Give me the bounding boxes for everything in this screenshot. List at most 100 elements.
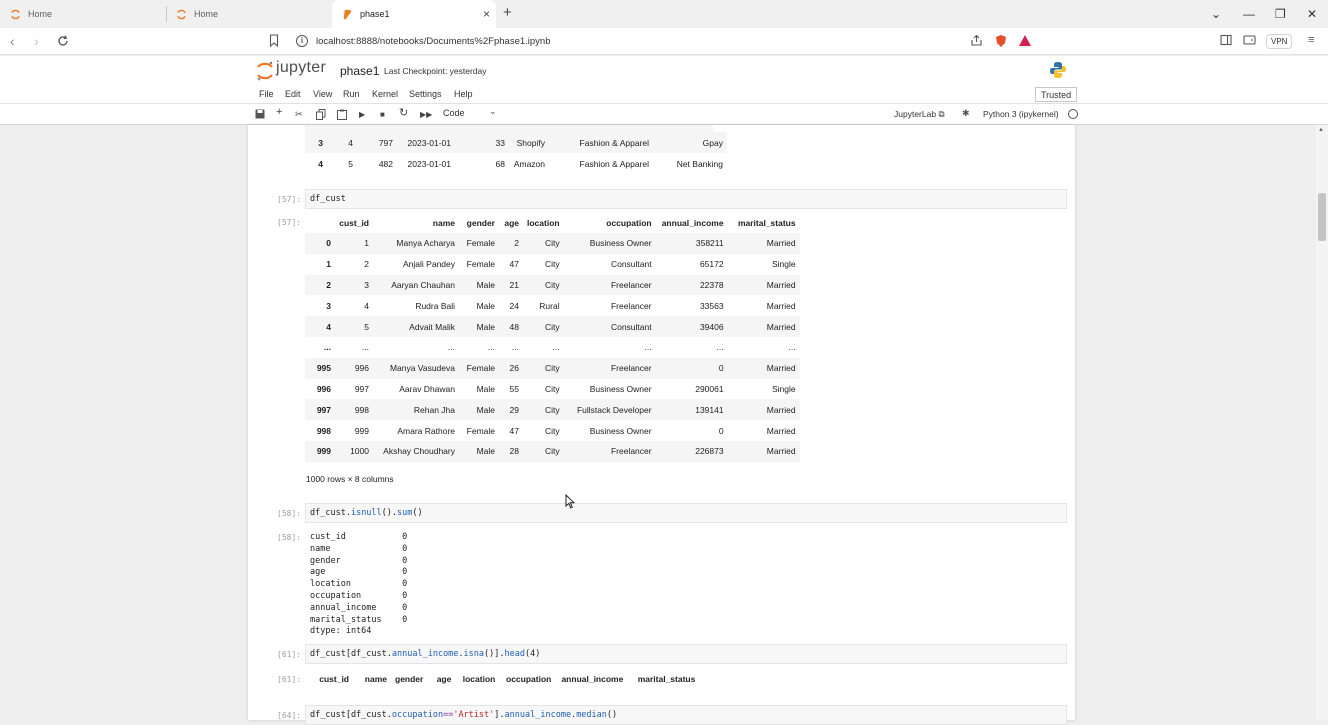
jupyter-logo-icon[interactable] bbox=[256, 60, 274, 82]
copy-icon[interactable] bbox=[316, 109, 326, 120]
table-cell: Freelancer bbox=[610, 279, 652, 290]
cell-type-select[interactable]: Code bbox=[443, 108, 465, 118]
table-row: 998 999 Amara Rathore Female 47 City Business … bbox=[305, 420, 800, 441]
checkpoint-status: Last Checkpoint: yesterday bbox=[384, 66, 487, 76]
browser-tab-home-2[interactable]: Home bbox=[166, 0, 332, 28]
code-text[interactable]: df_cust bbox=[310, 194, 346, 204]
close-tab-icon[interactable]: × bbox=[483, 7, 490, 21]
table-cell: 3 bbox=[364, 279, 369, 290]
row-index: 996 bbox=[316, 383, 331, 394]
run-icon[interactable]: ▶ bbox=[359, 109, 365, 121]
table-row: 3 4 Rudra Bali Male 24 Rural Freelancer 33563 Ma… bbox=[305, 295, 800, 316]
cell-output-prompt: [61]: bbox=[277, 675, 302, 684]
menu-run[interactable]: Run bbox=[343, 89, 360, 99]
table-header-row: cust_id name gender age location occupation an… bbox=[305, 213, 800, 233]
window-close-icon[interactable]: ✕ bbox=[1307, 6, 1317, 22]
reload-icon[interactable] bbox=[57, 35, 69, 47]
paste-icon[interactable] bbox=[337, 109, 347, 120]
brave-rewards-icon[interactable] bbox=[1018, 34, 1032, 47]
table-cell: Rural bbox=[539, 300, 560, 311]
bookmark-icon[interactable] bbox=[269, 34, 279, 47]
table-cell: Amazon bbox=[513, 158, 545, 169]
scroll-up-icon[interactable]: ▲ bbox=[1318, 127, 1324, 133]
site-info-icon[interactable]: i bbox=[296, 35, 308, 47]
column-header: marital_status bbox=[737, 218, 796, 228]
cut-icon[interactable]: ✂ bbox=[295, 108, 303, 120]
new-tab-icon[interactable]: + bbox=[503, 5, 512, 21]
dataframe-shape-note: 1000 rows × 8 columns bbox=[306, 474, 394, 484]
code-token: df_cust[df_cust. bbox=[310, 649, 392, 659]
column-header: occupation bbox=[606, 218, 652, 228]
menu-view[interactable]: View bbox=[313, 89, 332, 99]
kernel-name[interactable]: Python 3 (ipykernel) bbox=[983, 109, 1059, 119]
browser-tab-phase1[interactable]: phase1 × bbox=[332, 0, 496, 28]
row-index: 998 bbox=[316, 425, 331, 436]
wallet-icon[interactable] bbox=[1243, 34, 1256, 46]
table-cell: Female bbox=[466, 238, 495, 249]
brave-shield-icon[interactable] bbox=[995, 34, 1007, 48]
sidebar-icon[interactable] bbox=[1220, 34, 1232, 46]
scrollbar-thumb[interactable] bbox=[1318, 193, 1326, 241]
menu-file[interactable]: File bbox=[259, 89, 274, 99]
table-cell: Manya Vasudeva bbox=[389, 363, 455, 374]
table-cell: 5 bbox=[348, 158, 353, 169]
trusted-indicator[interactable]: Trusted bbox=[1035, 87, 1078, 102]
series-output: cust_id 0 name 0 gender 0 age 0 location… bbox=[310, 532, 408, 637]
stop-icon[interactable]: ■ bbox=[380, 109, 385, 121]
browser-tab-home-1[interactable]: Home bbox=[0, 0, 166, 28]
menu-edit[interactable]: Edit bbox=[285, 89, 301, 99]
code-token: 'Artist' bbox=[453, 710, 495, 720]
table-row: 2 3 Aaryan Chauhan Male 21 City Freelancer 2237… bbox=[305, 274, 800, 296]
column-header: location bbox=[527, 218, 560, 228]
column-header: gender bbox=[395, 674, 424, 684]
share-icon[interactable] bbox=[970, 34, 983, 47]
menu-help[interactable]: Help bbox=[454, 89, 473, 99]
table-cell: 226873 bbox=[695, 446, 724, 457]
column-header: annual_income bbox=[661, 218, 724, 228]
table-cell: 65172 bbox=[699, 259, 724, 270]
address-bar: ‹ › i localhost:8888/notebooks/Documents… bbox=[0, 28, 1328, 55]
table-cell: 47 bbox=[509, 425, 519, 436]
restart-run-all-icon[interactable]: ▶▶ bbox=[420, 109, 432, 121]
table-cell: Single bbox=[771, 259, 796, 270]
table-row: 4 5 482 2023-01-01 68 Amazon Fashion & A… bbox=[305, 153, 727, 174]
add-cell-icon[interactable]: + bbox=[276, 106, 282, 118]
minimize-icon[interactable]: — bbox=[1243, 6, 1255, 22]
code-text[interactable]: df_cust.isnull().sum() bbox=[310, 508, 423, 518]
back-icon[interactable]: ‹ bbox=[10, 33, 15, 49]
code-cell-input[interactable] bbox=[305, 189, 1067, 209]
table-cell: Male bbox=[476, 446, 495, 457]
table-cell: 24 bbox=[509, 300, 519, 311]
gear-icon[interactable]: ✱ bbox=[962, 108, 970, 119]
restart-icon[interactable]: ↻ bbox=[399, 107, 408, 119]
code-text[interactable]: df_cust[df_cust.occupation=='Artist'].an… bbox=[310, 710, 617, 720]
table-cell: 998 bbox=[354, 404, 369, 415]
jupyterlab-link[interactable]: JupyterLab ⧉ bbox=[894, 109, 945, 120]
table-cell: Fashion & Apparel bbox=[579, 137, 649, 148]
menu-icon[interactable]: ≡ bbox=[1308, 34, 1314, 46]
code-text[interactable]: df_cust[df_cust.annual_income.isna()].he… bbox=[310, 649, 540, 659]
notebook-favicon-icon bbox=[343, 9, 352, 19]
save-icon[interactable] bbox=[255, 109, 265, 119]
jupyter-brand[interactable]: jupyter bbox=[276, 59, 326, 77]
menu-kernel[interactable]: Kernel bbox=[372, 89, 398, 99]
menu-settings[interactable]: Settings bbox=[409, 89, 442, 99]
table-cell: Married bbox=[766, 446, 796, 457]
restore-icon[interactable]: ❐ bbox=[1275, 6, 1286, 22]
table-row: 995 996 Manya Vasudeva Female 26 City Freelanc… bbox=[305, 357, 800, 379]
table-row: 996 997 Aarav Dhawan Male 55 City Business Own… bbox=[305, 379, 800, 400]
tab-search-chevron-icon[interactable]: ⌄ bbox=[1211, 6, 1221, 22]
table-cell: 28 bbox=[509, 446, 519, 457]
notebook-name[interactable]: phase1 bbox=[340, 64, 379, 78]
chevron-down-icon[interactable]: ⌄ bbox=[489, 106, 497, 117]
table-cell: City bbox=[544, 404, 560, 415]
forward-icon[interactable]: › bbox=[34, 33, 39, 49]
table-cell: City bbox=[544, 259, 560, 270]
vpn-button[interactable]: VPN bbox=[1266, 34, 1293, 49]
table-cell: 999 bbox=[354, 425, 369, 436]
table-cell: 0 bbox=[718, 363, 724, 374]
row-index: 997 bbox=[316, 404, 331, 415]
url-text[interactable]: localhost:8888/notebooks/Documents%2Fpha… bbox=[316, 36, 551, 47]
table-cell: 48 bbox=[509, 321, 519, 332]
table-cell: Anjali Pandey bbox=[403, 259, 455, 270]
